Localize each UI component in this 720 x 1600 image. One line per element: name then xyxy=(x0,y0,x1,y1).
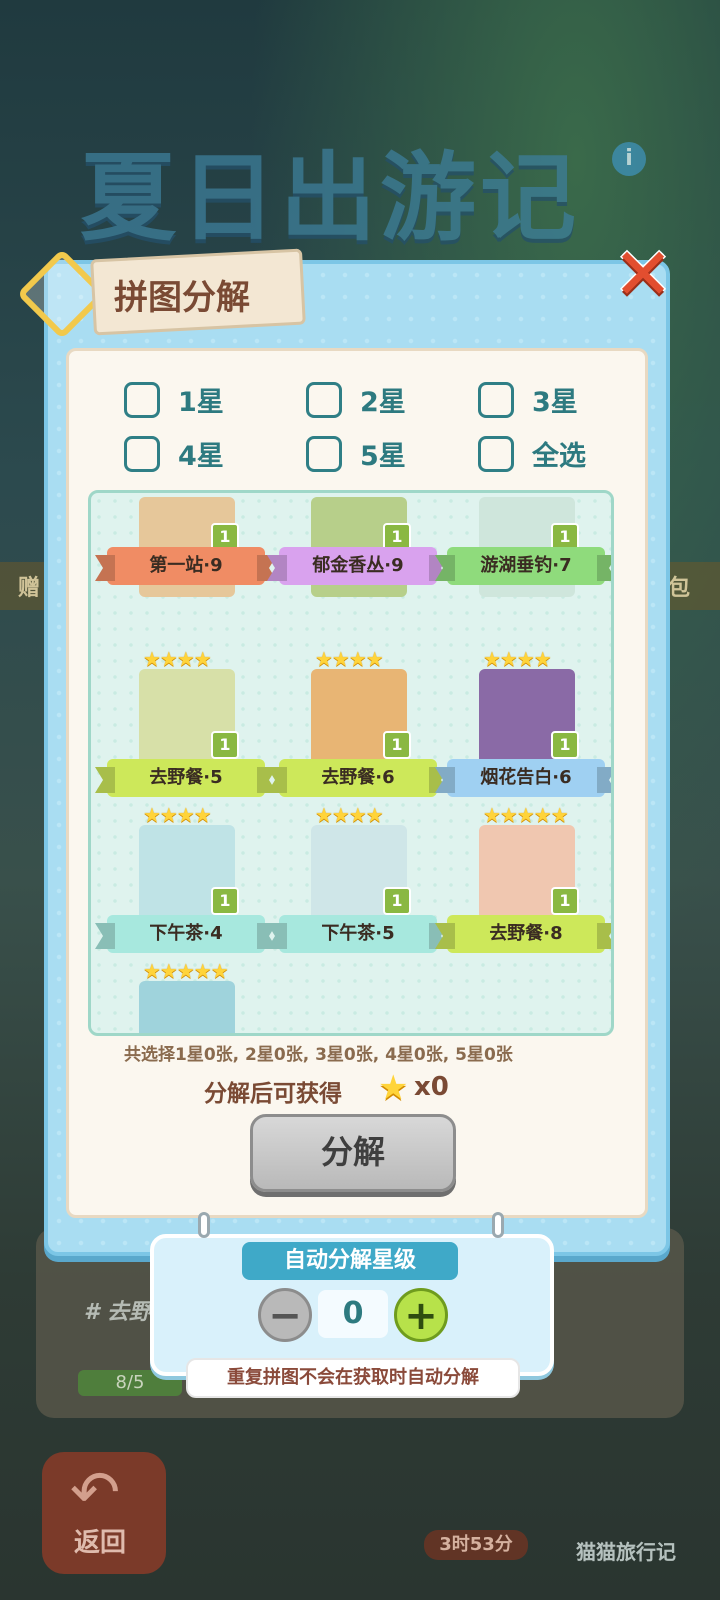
piece-name-ribbon: 第一站·9 xyxy=(107,547,265,585)
puzzle-piece[interactable]: 1 游湖垂钓·7 xyxy=(441,497,611,647)
close-x-icon[interactable]: ✕ xyxy=(612,238,674,310)
piece-count-badge: 1 xyxy=(383,887,411,915)
piece-count-badge: 1 xyxy=(551,887,579,915)
filter-2-star[interactable]: 2星 xyxy=(306,380,406,419)
ring-icon xyxy=(198,1212,210,1238)
minus-icon[interactable]: − xyxy=(258,1288,312,1342)
puzzle-piece[interactable]: 1 郁金香丛·9 xyxy=(273,497,443,647)
back-button-label: 返回 xyxy=(74,1528,127,1558)
back-arrow-icon: ↶ xyxy=(70,1458,121,1528)
piece-count-badge: 1 xyxy=(211,731,239,759)
gain-count: x0 xyxy=(414,1072,449,1102)
piece-count-badge: 1 xyxy=(211,887,239,915)
piece-name-ribbon: 游湖垂钓·7 xyxy=(447,547,605,585)
filter-label: 4星 xyxy=(178,441,224,472)
filter-3-star[interactable]: 3星 xyxy=(478,380,578,419)
filter-label: 5星 xyxy=(360,441,406,472)
plus-icon[interactable]: + xyxy=(394,1288,448,1342)
filter-select-all[interactable]: 全选 xyxy=(478,434,586,473)
background-card-caption: # 去野 xyxy=(84,1300,151,1325)
reward-strip-left: 赠 xyxy=(18,576,41,601)
puzzle-piece[interactable]: ★★★★★3下午茶·6 xyxy=(101,959,271,1033)
star-icon: ★ xyxy=(378,1068,409,1108)
star-rating: ★★★★ xyxy=(483,647,552,671)
filter-4-star[interactable]: 4星 xyxy=(124,434,224,473)
puzzle-piece[interactable]: ★★★★ 1 去野餐·6 xyxy=(273,647,443,803)
checkbox[interactable] xyxy=(306,435,342,472)
gain-label: 分解后可获得 xyxy=(204,1081,342,1107)
puzzle-piece[interactable]: 1 第一站·9 xyxy=(101,497,271,647)
piece-count-badge: 1 xyxy=(383,731,411,759)
cat-travel-button[interactable]: 猫猫旅行记 xyxy=(576,1536,676,1565)
event-timer: 3时53分 xyxy=(424,1530,528,1560)
star-rating: ★★★★ xyxy=(315,647,384,671)
auto-level-value: 0 xyxy=(318,1290,388,1338)
star-rating: ★★★★ xyxy=(143,647,212,671)
filter-label: 全选 xyxy=(532,441,586,472)
piece-name-ribbon: 下午茶·5 xyxy=(279,915,437,953)
star-rating: ★★★★★ xyxy=(143,959,229,983)
checkbox[interactable] xyxy=(478,381,514,418)
piece-name-ribbon: 烟花告白·6 xyxy=(447,759,605,797)
star-rating: ★★★★ xyxy=(143,803,212,827)
reward-strip-right: 包 xyxy=(668,576,691,601)
filter-label: 3星 xyxy=(532,387,578,418)
filter-5-star[interactable]: 5星 xyxy=(306,434,406,473)
piece-name-ribbon: 去野餐·5 xyxy=(107,759,265,797)
checkbox[interactable] xyxy=(124,435,160,472)
star-rating: ★★★★★ xyxy=(483,803,569,827)
puzzle-piece[interactable]: ★★★★ 1 去野餐·5 xyxy=(101,647,271,803)
modal-title: 拼图分解 xyxy=(114,278,250,318)
piece-name-ribbon: 下午茶·4 xyxy=(107,915,265,953)
filter-1-star[interactable]: 1星 xyxy=(124,380,224,419)
info-icon[interactable]: i xyxy=(612,142,646,176)
piece-name-ribbon: 去野餐·6 xyxy=(279,759,437,797)
puzzle-piece[interactable]: ★★★★ 1 下午茶·4 xyxy=(101,803,271,959)
checkbox[interactable] xyxy=(124,381,160,418)
star-rating: ★★★★ xyxy=(315,803,384,827)
piece-name-ribbon: 去野餐·8 xyxy=(447,915,605,953)
puzzle-grid[interactable]: 1 第一站·9 1 郁金香丛·9 1 游湖垂钓·7 ★★★★ 1 去野餐·5 ★★★★ 1 去野餐·6… xyxy=(88,490,614,1036)
puzzle-piece[interactable]: ★★★★★ 1 去野餐·8 xyxy=(441,803,611,959)
selection-summary: 共选择1星0张, 2星0张, 3星0张, 4星0张, 5星0张 xyxy=(124,1045,513,1065)
filter-label: 2星 xyxy=(360,387,406,418)
piece-count-badge: 1 xyxy=(551,731,579,759)
checkbox[interactable] xyxy=(306,381,342,418)
puzzle-piece[interactable]: ★★★★ 1 烟花告白·6 xyxy=(441,647,611,803)
game-title: 夏日出游记 xyxy=(80,142,580,254)
puzzle-piece[interactable]: ★★★★ 1 下午茶·5 xyxy=(273,803,443,959)
checkbox[interactable] xyxy=(478,435,514,472)
decompose-button[interactable]: 分解 xyxy=(250,1114,456,1192)
filter-label: 1星 xyxy=(178,387,224,418)
auto-decompose-title: 自动分解星级 xyxy=(242,1242,458,1280)
auto-decompose-note: 重复拼图不会在获取时自动分解 xyxy=(186,1358,520,1398)
piece-name-ribbon: 郁金香丛·9 xyxy=(279,547,437,585)
puzzle-piece-art xyxy=(139,981,235,1033)
ring-icon xyxy=(492,1212,504,1238)
